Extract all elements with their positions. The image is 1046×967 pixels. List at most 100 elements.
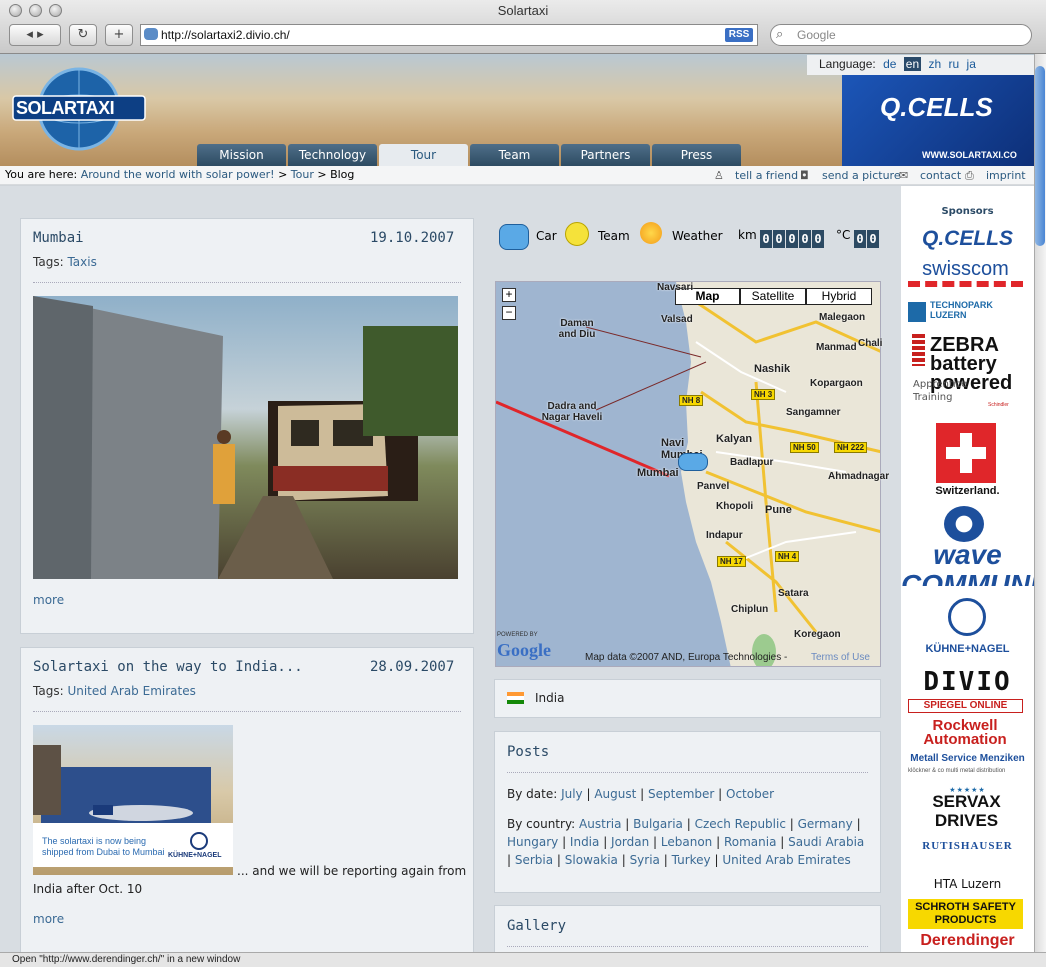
- sponsor-technopark[interactable]: TECHNOPARK LUZERN: [930, 300, 1020, 320]
- country-link[interactable]: Saudi Arabia: [788, 835, 864, 849]
- contact-link[interactable]: contact: [920, 169, 961, 182]
- tab-press[interactable]: Press: [652, 144, 741, 166]
- country-link[interactable]: Jordan: [611, 835, 649, 849]
- country-link[interactable]: Bulgaria: [633, 817, 683, 831]
- tab-team[interactable]: Team: [470, 144, 559, 166]
- posts-by-country: By country: Austria | Bulgaria | Czech R…: [507, 817, 865, 867]
- tag-link[interactable]: United Arab Emirates: [67, 684, 195, 698]
- map-label: Ahmadnagar: [828, 471, 890, 482]
- language-option[interactable]: de: [883, 57, 896, 71]
- country-link[interactable]: Turkey: [672, 853, 711, 867]
- sponsor-rockwell[interactable]: Rockwell Automation: [910, 718, 1020, 747]
- month-link[interactable]: August: [594, 787, 636, 801]
- post-photo-train[interactable]: [33, 296, 458, 579]
- sponsor-qcells[interactable]: Q.CELLS: [901, 227, 1034, 251]
- map-type-satellite[interactable]: Satellite: [740, 288, 806, 305]
- map-zoom-in-button[interactable]: +: [502, 288, 516, 302]
- send-picture-link[interactable]: send a picture: [822, 169, 901, 182]
- kuehne-nagel-anchor-icon: [948, 598, 986, 636]
- address-bar[interactable]: http://solartaxi2.divio.ch/: [140, 24, 758, 46]
- tab-technology[interactable]: Technology: [288, 144, 377, 166]
- breadcrumb-tour[interactable]: Tour: [291, 168, 314, 181]
- km-digit: 0: [760, 230, 772, 248]
- tab-tour[interactable]: Tour: [379, 144, 468, 166]
- envelope-icon: ✉: [899, 169, 909, 182]
- back-forward-buttons[interactable]: ◂ ▸: [9, 24, 61, 46]
- weather-sun-icon[interactable]: [640, 222, 662, 244]
- tab-mission[interactable]: Mission: [197, 144, 286, 166]
- breadcrumb-home[interactable]: Around the world with solar power!: [81, 168, 275, 181]
- language-option[interactable]: ru: [949, 57, 960, 71]
- sponsor-swisscom[interactable]: swisscom: [908, 258, 1023, 287]
- sponsor-spiegel[interactable]: SPIEGEL ONLINE: [908, 699, 1023, 713]
- sponsor-apprentice[interactable]: Apprentice Training: [913, 378, 975, 404]
- country-link[interactable]: Syria: [630, 853, 660, 867]
- month-link[interactable]: October: [726, 787, 774, 801]
- map-powered-by: POWERED BY: [497, 632, 538, 638]
- country-link[interactable]: Slowakia: [565, 853, 618, 867]
- sponsor-schroth[interactable]: SCHROTH SAFETY PRODUCTS: [908, 899, 1023, 929]
- divider: [33, 282, 461, 283]
- sponsor-rutishauser[interactable]: RUTISHAUSER: [901, 840, 1034, 852]
- team-smiley-icon[interactable]: [565, 222, 589, 246]
- country-link[interactable]: Czech Republic: [695, 817, 786, 831]
- window-title: Solartaxi: [497, 3, 549, 18]
- rss-button[interactable]: RSS: [725, 28, 753, 42]
- sponsor-schindler[interactable]: Schindler: [988, 402, 1009, 408]
- sponsor-kuehne-nagel[interactable]: KÜHNE+NAGEL: [901, 643, 1034, 655]
- month-link[interactable]: September: [648, 787, 714, 801]
- more-link[interactable]: more: [33, 593, 64, 607]
- map-label: Manmad: [816, 342, 857, 353]
- divider: [507, 772, 868, 773]
- sponsor-derendinger[interactable]: Derendinger: [901, 932, 1034, 952]
- map-attribution: Map data ©2007 AND, Europa Technologies …: [585, 652, 788, 663]
- tab-partners[interactable]: Partners: [561, 144, 650, 166]
- language-option[interactable]: zh: [928, 57, 941, 71]
- language-option[interactable]: ja: [967, 57, 976, 71]
- add-bookmark-button[interactable]: +: [105, 24, 133, 46]
- highway-label: NH 222: [834, 442, 868, 453]
- sponsor-kloeckner[interactable]: klöckner & co multi metal distribution: [908, 768, 1023, 774]
- country-link[interactable]: Romania: [724, 835, 776, 849]
- sponsor-switzerland[interactable]: Switzerland.: [901, 485, 1034, 497]
- map-label: Chiplun: [731, 604, 769, 615]
- scrollbar-thumb[interactable]: [1035, 66, 1045, 246]
- country-link[interactable]: Austria: [579, 817, 621, 831]
- map-label: Kalyan: [716, 433, 753, 445]
- header-url-text: WWW.SOLARTAXI.CO: [922, 150, 1017, 160]
- map-label: Dadra and Nagar Haveli: [541, 401, 603, 423]
- map-label: Navsari: [657, 282, 694, 293]
- imprint-link[interactable]: imprint: [986, 169, 1026, 182]
- country-link[interactable]: Lebanon: [661, 835, 712, 849]
- post-title[interactable]: Mumbai: [33, 230, 84, 246]
- highway-label: NH 4: [775, 551, 800, 562]
- breadcrumb-separator: >: [278, 168, 288, 181]
- country-link[interactable]: Hungary: [507, 835, 558, 849]
- search-field[interactable]: Google: [770, 24, 1032, 46]
- country-link[interactable]: United Arab Emirates: [722, 853, 850, 867]
- post-title[interactable]: Solartaxi on the way to India...: [33, 659, 303, 675]
- taxi-marker-icon[interactable]: [678, 453, 708, 471]
- india-flag-icon: [507, 692, 524, 704]
- sponsor-wave[interactable]: wave COMMUNICATION: [901, 540, 1034, 586]
- reload-button[interactable]: ↻: [69, 24, 97, 46]
- sponsor-metall-service[interactable]: Metall Service Menziken: [901, 753, 1034, 764]
- tag-link[interactable]: Taxis: [67, 255, 96, 269]
- km-digit: 0: [812, 230, 824, 248]
- sponsor-hta-luzern[interactable]: HTA Luzern: [901, 877, 1034, 891]
- km-counter: 00000: [760, 228, 825, 248]
- country-link[interactable]: Serbia: [515, 853, 553, 867]
- more-link[interactable]: more: [33, 912, 64, 926]
- sponsor-divio[interactable]: DIVIO: [901, 667, 1034, 697]
- temp-digit: 0: [867, 230, 879, 248]
- map-zoom-out-button[interactable]: −: [502, 306, 516, 320]
- car-icon[interactable]: [499, 224, 529, 250]
- country-link[interactable]: India: [570, 835, 599, 849]
- map-terms-link[interactable]: Terms of Use: [811, 652, 870, 663]
- sponsor-servax[interactable]: SERVAX DRIVES: [905, 792, 1028, 830]
- month-link[interactable]: July: [561, 787, 583, 801]
- tell-friend-link[interactable]: tell a friend: [735, 169, 798, 182]
- language-option-selected[interactable]: en: [903, 57, 922, 71]
- country-link[interactable]: Germany: [798, 817, 853, 831]
- map-type-hybrid[interactable]: Hybrid: [806, 288, 872, 305]
